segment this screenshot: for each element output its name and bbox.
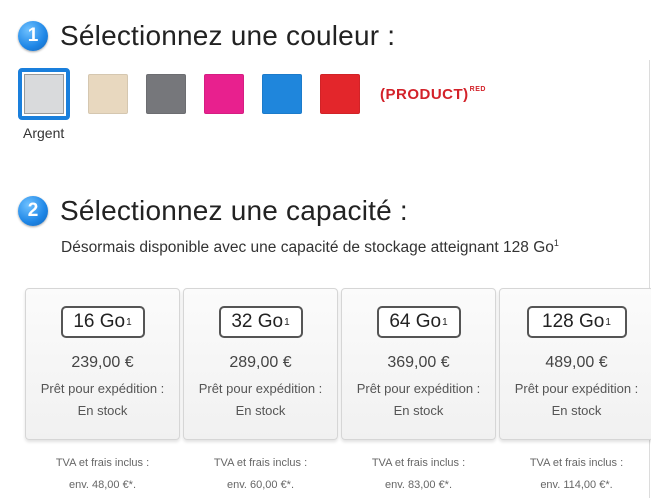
capacity-price: 489,00 € xyxy=(545,354,608,371)
capacity-card-64[interactable]: 64 Go 1 369,00 € Prêt pour expédition : E… xyxy=(341,288,496,440)
capacity-label-sup: 1 xyxy=(605,316,611,328)
tax-note-128: TVA et frais inclus : env. 114,00 €*. xyxy=(499,452,651,496)
tax-note-16: TVA et frais inclus : env. 48,00 €*. xyxy=(25,452,180,496)
tax-label: TVA et frais inclus : xyxy=(371,457,466,469)
capacity-card-16[interactable]: 16 Go 1 239,00 € Prêt pour expédition : E… xyxy=(25,288,180,440)
shipping-status: Prêt pour expédition : En stock xyxy=(500,378,651,422)
color-swatches: (PRODUCT)RED xyxy=(18,68,486,120)
selected-color-label: Argent xyxy=(23,125,65,141)
step-1-number-icon: 1 xyxy=(18,21,48,51)
tax-label: TVA et frais inclus : xyxy=(55,457,150,469)
shipping-label: Prêt pour expédition : xyxy=(356,381,481,396)
step-2-title: Sélectionnez une capacité : xyxy=(60,195,408,226)
color-swatch-pink[interactable] xyxy=(204,74,244,114)
color-swatch-red[interactable] xyxy=(320,74,360,114)
capacity-label-box: 64 Go 1 xyxy=(376,306,461,338)
tax-label: TVA et frais inclus : xyxy=(529,457,624,469)
shipping-label: Prêt pour expédition : xyxy=(514,381,639,396)
capacity-price: 239,00 € xyxy=(71,354,134,371)
tax-label: TVA et frais inclus : xyxy=(213,457,308,469)
capacity-subtitle-text: Désormais disponible avec une capacité d… xyxy=(61,239,554,257)
shipping-status: Prêt pour expédition : En stock xyxy=(26,378,179,422)
shipping-status: Prêt pour expédition : En stock xyxy=(342,378,495,422)
color-swatch-silver[interactable] xyxy=(18,68,70,120)
tax-note-64: TVA et frais inclus : env. 83,00 €*. xyxy=(341,452,496,496)
tax-amount: env. 83,00 €*. xyxy=(384,479,453,491)
capacity-price: 289,00 € xyxy=(229,354,292,371)
product-red-text: (PRODUCT) xyxy=(380,85,469,103)
capacity-label-sup: 1 xyxy=(284,316,290,328)
stock-status: En stock xyxy=(77,403,128,418)
tax-note-32: TVA et frais inclus : env. 60,00 €*. xyxy=(183,452,338,496)
product-red-logo[interactable]: (PRODUCT)RED xyxy=(380,86,486,103)
capacity-price: 369,00 € xyxy=(387,354,450,371)
capacity-label-sup: 1 xyxy=(442,316,448,328)
shipping-label: Prêt pour expédition : xyxy=(198,381,323,396)
stock-status: En stock xyxy=(393,403,444,418)
step-2-number-icon: 2 xyxy=(18,196,48,226)
step-1-title: Sélectionnez une couleur : xyxy=(60,20,396,51)
capacity-label-box: 128 Go 1 xyxy=(526,306,627,338)
step-2-header: 2 Sélectionnez une capacité : xyxy=(18,195,408,227)
color-swatch-blue[interactable] xyxy=(262,74,302,114)
capacity-card-128[interactable]: 128 Go 1 489,00 € Prêt pour expédition : … xyxy=(499,288,651,440)
capacity-label: 64 Go xyxy=(389,311,442,332)
step-1-header: 1 Sélectionnez une couleur : xyxy=(18,20,395,52)
tax-amount: env. 60,00 €*. xyxy=(226,479,295,491)
color-swatch-space-gray[interactable] xyxy=(146,74,186,114)
capacity-label: 128 Go xyxy=(542,311,605,332)
capacity-label-box: 32 Go 1 xyxy=(218,306,303,338)
capacity-label-sup: 1 xyxy=(126,316,132,328)
shipping-label: Prêt pour expédition : xyxy=(40,381,165,396)
capacity-label: 16 Go xyxy=(73,311,126,332)
capacity-subtitle-sup: 1 xyxy=(553,238,559,248)
stock-status: En stock xyxy=(551,403,602,418)
capacity-card-32[interactable]: 32 Go 1 289,00 € Prêt pour expédition : E… xyxy=(183,288,338,440)
shipping-status: Prêt pour expédition : En stock xyxy=(184,378,337,422)
capacity-label: 32 Go xyxy=(231,311,284,332)
product-red-sup: RED xyxy=(469,85,486,93)
capacity-label-box: 16 Go 1 xyxy=(60,306,145,338)
swatch-fill xyxy=(24,74,64,114)
color-swatch-gold[interactable] xyxy=(88,74,128,114)
tax-amount: env. 48,00 €*. xyxy=(68,479,137,491)
tax-amount: env. 114,00 €*. xyxy=(540,479,613,491)
capacity-subtitle: Désormais disponible avec une capacité d… xyxy=(61,238,559,257)
stock-status: En stock xyxy=(235,403,286,418)
